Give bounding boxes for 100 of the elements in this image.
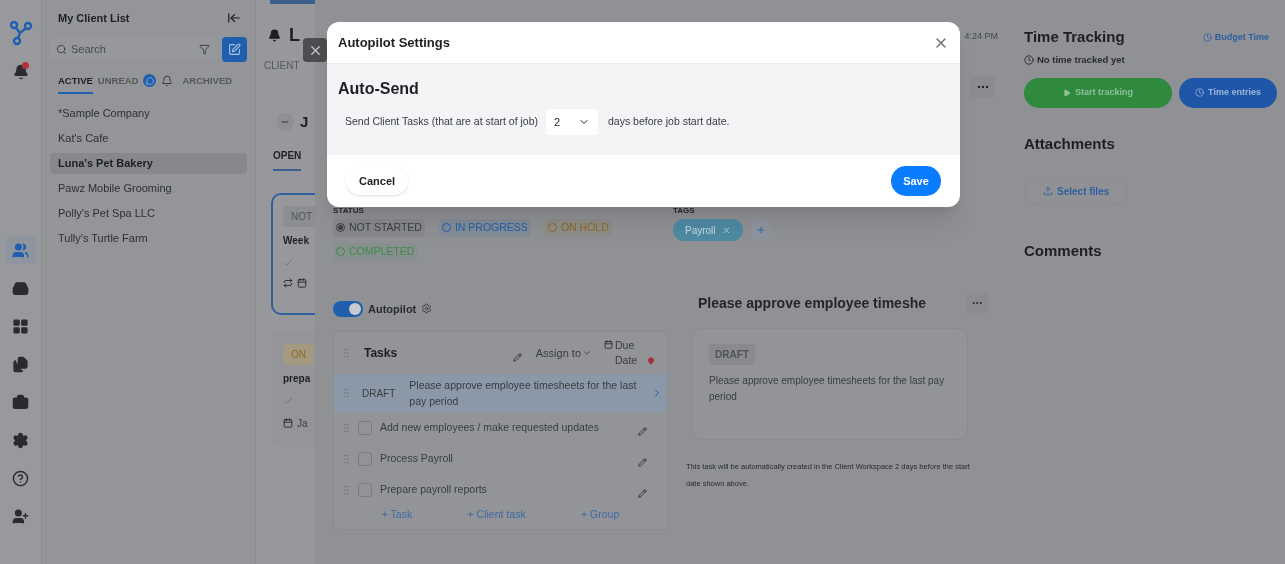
setting-label: Send Client Tasks (that are at start of job)	[345, 114, 538, 130]
status-radio[interactable]: NOT STARTED	[333, 219, 425, 237]
edit-icon[interactable]	[638, 489, 647, 498]
days-dropdown[interactable]: 2	[546, 109, 598, 135]
documents-icon	[12, 355, 29, 373]
draft-label: DRAFT	[362, 386, 396, 401]
settings-icon[interactable]	[421, 303, 433, 315]
section-heading: Attachments	[1024, 133, 1116, 154]
list-tab[interactable]: ARCHIVED	[182, 73, 233, 94]
briefcase-icon	[12, 393, 29, 411]
client-item[interactable]: Luna's Pet Bakery	[50, 152, 247, 174]
autopilot-label: Autopilot	[368, 301, 417, 317]
pin-icon	[647, 357, 655, 365]
compose-button[interactable]	[222, 36, 247, 62]
caret-icon	[582, 348, 592, 358]
task-checkbox[interactable]	[358, 482, 372, 497]
logo-icon[interactable]	[8, 20, 33, 46]
task-text: Process Payroll	[380, 450, 453, 466]
dashboard-icon	[12, 317, 29, 335]
list-tab[interactable]: UNREAD	[97, 73, 139, 94]
job-name: Week	[283, 233, 310, 248]
client-item[interactable]: Kat's Cafe	[50, 127, 247, 149]
client-item[interactable]: *Sample Company	[50, 102, 247, 124]
status-badge: ON	[283, 343, 314, 365]
drag-handle-icon	[340, 387, 352, 399]
edit-icon[interactable]	[638, 427, 647, 436]
clock-icon	[1024, 54, 1034, 65]
edit-icon	[228, 42, 241, 56]
clock-icon	[1202, 32, 1212, 42]
assign-dropdown[interactable]: Assign to	[535, 344, 592, 362]
timestamp: 4:24 PM	[964, 30, 998, 43]
people-icon	[12, 241, 29, 259]
client-item[interactable]: Polly's Pet Spa LLC	[50, 202, 247, 224]
tag-chip[interactable]: Payroll	[673, 219, 743, 241]
add-user-icon	[12, 507, 29, 525]
job-title: L	[289, 26, 300, 44]
task-description: Please approve employee timesheets for the last pay period	[709, 373, 946, 404]
drag-handle-icon	[340, 483, 352, 496]
task-checkbox[interactable]	[358, 420, 372, 435]
notification-icon[interactable]	[12, 64, 29, 80]
start-tracking-button[interactable]: Start tracking	[1024, 77, 1172, 108]
section-heading: Comments	[1024, 241, 1103, 262]
collapse-icon[interactable]	[227, 11, 241, 26]
time-entries-button[interactable]: Time entries	[1179, 77, 1277, 108]
drag-handle-icon	[340, 452, 352, 465]
setting-suffix: days before job start date.	[608, 114, 730, 130]
section-label: STATUS	[333, 205, 365, 217]
filter-icon[interactable]	[199, 43, 210, 55]
upload-icon	[1043, 186, 1053, 197]
more-button[interactable]	[971, 75, 995, 98]
remove-icon[interactable]	[721, 225, 731, 235]
draft-task-row[interactable]: DRAFT Please approve employee timesheets for the last pay period	[334, 374, 667, 412]
edit-icon[interactable]	[638, 458, 647, 467]
tasks-heading: Tasks	[364, 345, 398, 362]
draft-badge: DRAFT	[709, 343, 755, 365]
clock-icon	[1195, 88, 1205, 98]
bell-icon[interactable]	[268, 28, 281, 42]
section-label: TAGS	[673, 205, 696, 217]
search-input[interactable]: Search	[71, 40, 195, 58]
check-icon	[283, 395, 293, 406]
more-button[interactable]	[966, 293, 988, 313]
settings-icon	[12, 431, 29, 449]
autopilot-toggle[interactable]	[333, 300, 363, 317]
list-tab[interactable]: ACTIVE	[58, 73, 93, 94]
edit-icon[interactable]	[512, 352, 522, 362]
tracking-status: No time tracked yet	[1037, 52, 1125, 67]
cancel-button[interactable]: Cancel	[346, 167, 409, 195]
client-item[interactable]: Pawz Mobile Grooming	[50, 177, 247, 199]
chat-badge-icon	[143, 74, 157, 88]
close-button[interactable]	[303, 38, 327, 62]
status-badge: NOT	[283, 205, 315, 227]
client-item[interactable]: Tully's Turtle Farm	[50, 227, 247, 249]
inbox-icon	[12, 279, 29, 297]
nav-button[interactable]	[5, 236, 36, 264]
drag-handle-icon	[340, 421, 352, 434]
save-button[interactable]: Save	[891, 166, 941, 196]
task-text: Add new employees / make requested updates	[380, 419, 599, 435]
panel-title: My Client List	[58, 11, 130, 26]
search-icon	[56, 43, 67, 55]
bell-icon[interactable]	[161, 74, 174, 87]
task-text: Prepare payroll reports	[380, 481, 487, 497]
calendar-icon	[604, 340, 613, 349]
job-card[interactable]: NOT Week	[271, 192, 315, 315]
check-icon	[283, 257, 293, 268]
section-heading: J	[300, 112, 309, 132]
due-date-heading[interactable]: Due Date	[615, 338, 645, 368]
repeat-icon	[283, 277, 293, 288]
minus-icon[interactable]	[276, 113, 294, 132]
task-checkbox[interactable]	[358, 451, 372, 466]
client-tab[interactable]: CLIENT	[256, 58, 315, 73]
section-heading: Time Tracking	[1024, 27, 1125, 47]
job-name: prepa	[283, 371, 312, 386]
task-text: Please approve employee timesheets for the last pay period	[409, 378, 638, 409]
budget-time-link[interactable]: Budget Time	[1202, 30, 1269, 44]
calendar-icon	[297, 277, 307, 288]
preview-title: Please approve employee timeshe	[698, 293, 926, 313]
calendar-icon	[283, 418, 293, 428]
drag-handle-icon	[340, 347, 352, 359]
job-date: Ja	[297, 416, 308, 431]
open-tab[interactable]: OPEN	[273, 147, 301, 171]
